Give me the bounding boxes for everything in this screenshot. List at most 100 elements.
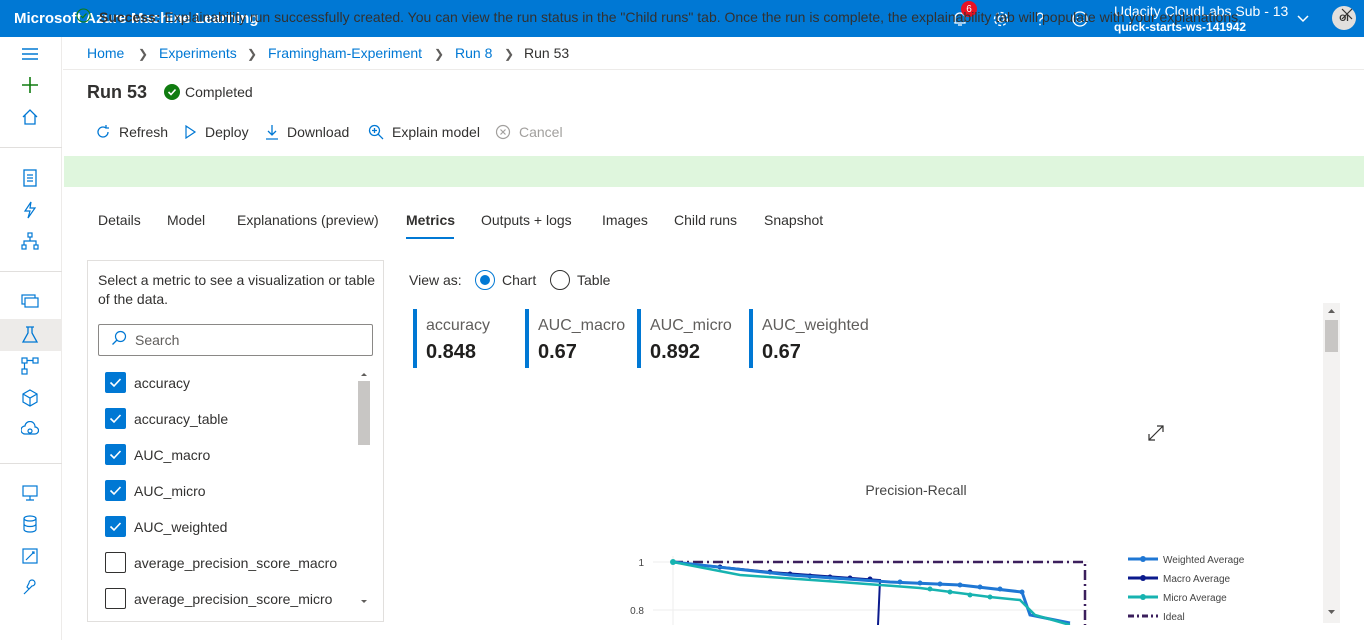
nav-divider [0,463,62,464]
deploy-label: Deploy [205,124,249,140]
metric-tile-auc-weighted: AUC_weighted 0.67 [749,309,869,368]
endpoints-icon[interactable] [19,419,41,441]
metric-label-average-precision-micro[interactable]: average_precision_score_micro [134,591,332,607]
breadcrumb-current-run: Run 53 [524,45,570,61]
metric-label-auc-macro[interactable]: AUC_macro [134,447,210,463]
home-icon[interactable] [19,106,41,128]
legend-micro[interactable]: Micro Average [1163,593,1227,604]
metric-tile-accuracy: accuracy 0.848 [413,309,490,368]
tab-details[interactable]: Details [98,212,141,228]
tab-images[interactable]: Images [602,212,648,228]
create-new-plus-icon[interactable] [19,74,41,96]
nav-divider [0,147,62,148]
play-icon [185,125,197,139]
legend-weighted[interactable]: Weighted Average [1163,555,1245,566]
check-circle-icon [164,84,180,100]
tab-snapshot[interactable]: Snapshot [764,212,823,228]
breadcrumb-parent-run[interactable]: Run 8 [455,45,492,61]
metric-tile-auc-micro: AUC_micro 0.892 [637,309,732,368]
tab-model[interactable]: Model [167,212,205,228]
cancel-button[interactable]: Cancel [495,124,563,140]
chevron-right-icon: ❯ [247,47,258,61]
checkbox-auc-micro[interactable] [105,480,126,501]
banner-text: Explainability run successfully created.… [160,9,1243,25]
legend-macro[interactable]: Macro Average [1163,574,1231,585]
refresh-icon [97,125,109,138]
magnifier-icon [368,124,384,140]
cancel-circle-icon [495,124,511,140]
explain-model-button[interactable]: Explain model [368,124,480,140]
radio-chart-label[interactable]: Chart [502,272,536,288]
page-title: Run 53 [87,82,148,102]
metric-label-average-precision-macro[interactable]: average_precision_score_macro [134,555,337,571]
linked-services-icon[interactable] [19,577,41,599]
chevron-down-icon[interactable] [1290,6,1316,32]
legend-ideal[interactable]: Ideal [1163,612,1185,623]
chevron-right-icon: ❯ [434,47,445,61]
tab-metrics[interactable]: Metrics [406,212,455,228]
radio-chart[interactable] [475,270,495,290]
close-icon[interactable] [1340,7,1354,24]
tile-value: 0.848 [426,341,477,363]
radio-table[interactable] [550,270,570,290]
metric-label-accuracy[interactable]: accuracy [134,375,190,391]
status-badge: Completed [185,84,253,100]
search-icon [111,330,127,349]
metric-label-auc-weighted[interactable]: AUC_weighted [134,519,227,535]
metric-tile-auc-macro: AUC_macro 0.67 [525,309,625,368]
metric-label-auc-micro[interactable]: AUC_micro [134,483,206,499]
checkbox-auc-weighted[interactable] [105,516,126,537]
experiments-flask-icon[interactable] [19,324,41,346]
checkbox-accuracy[interactable] [105,372,126,393]
automated-ml-icon[interactable] [19,199,41,221]
radio-table-label[interactable]: Table [577,272,610,288]
pipelines-icon[interactable] [19,355,41,377]
tab-explanations[interactable]: Explanations (preview) [237,212,379,228]
checkbox-average-precision-macro[interactable] [105,552,126,573]
breadcrumb-experiments[interactable]: Experiments [159,45,237,61]
notebooks-icon[interactable] [19,167,41,189]
tile-name: AUC_micro [650,317,732,334]
nav-divider [0,271,62,272]
success-banner [64,156,1364,187]
precision-recall-chart: Precision-Recall 1 0.8 Weighted Average … [630,482,1245,625]
designer-icon[interactable] [19,230,41,252]
refresh-button[interactable]: Refresh [95,124,168,140]
content-scroll-thumb[interactable] [1325,320,1338,352]
data-labeling-icon[interactable] [19,545,41,567]
chevron-right-icon: ❯ [504,47,515,61]
hamburger-menu-icon[interactable] [19,43,41,65]
checkbox-average-precision-micro[interactable] [105,588,126,609]
datastores-icon[interactable] [19,513,41,535]
legend-marker [1140,594,1146,600]
series-macro-line [672,561,882,625]
breadcrumb-home[interactable]: Home [87,45,124,61]
checkbox-auc-macro[interactable] [105,444,126,465]
view-as-label: View as: [409,272,462,288]
explain-model-label: Explain model [392,124,480,140]
tile-value: 0.67 [538,341,577,363]
models-icon[interactable] [19,387,41,409]
legend-marker [1140,575,1146,581]
banner-strong: Success: [99,9,161,25]
tile-value: 0.67 [762,341,801,363]
download-button[interactable]: Download [265,124,349,140]
metrics-panel-description: Select a metric to see a visualization o… [98,272,376,307]
tab-child-runs[interactable]: Child runs [674,212,737,228]
tile-name: AUC_macro [538,317,626,334]
metrics-list-scroll-thumb[interactable] [358,381,370,445]
breadcrumb-experiment[interactable]: Framingham-Experiment [268,45,422,61]
search-placeholder: Search [135,332,180,348]
legend-marker [1140,556,1146,562]
deploy-button[interactable]: Deploy [183,124,249,140]
checkbox-accuracy-table[interactable] [105,408,126,429]
y-tick-label: 1 [638,558,644,569]
y-tick-label: 0.8 [630,606,644,617]
refresh-label: Refresh [119,124,169,140]
tab-outputs-logs[interactable]: Outputs + logs [481,212,572,228]
download-icon [266,125,278,140]
active-tab-underline [406,237,454,239]
metric-label-accuracy-table[interactable]: accuracy_table [134,411,228,427]
compute-icon[interactable] [19,482,41,504]
datasets-icon[interactable] [19,290,41,312]
